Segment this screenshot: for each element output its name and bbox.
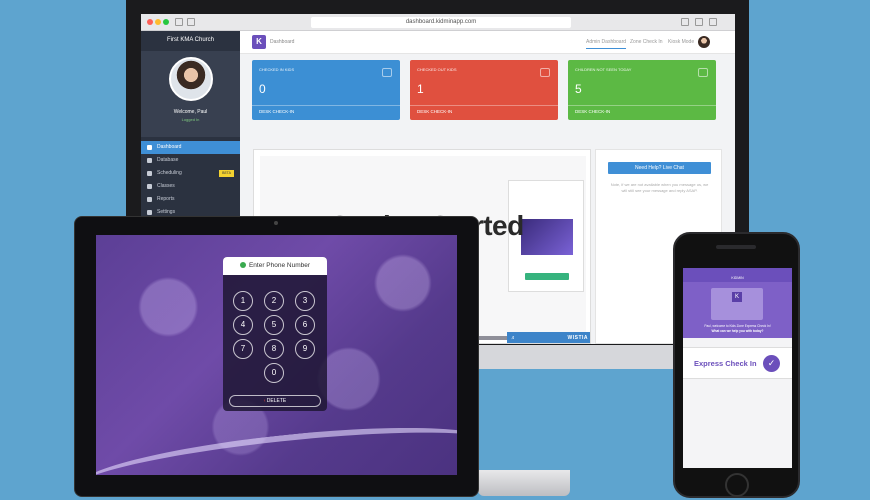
sidebar-item-database[interactable]: Database <box>141 154 240 167</box>
home-icon <box>147 145 152 150</box>
card-value: 1 <box>417 82 424 96</box>
sidebar-item-label: Database <box>157 157 179 163</box>
info-icon <box>698 68 708 77</box>
stat-card-checked-out: Checked out kids 1 DESK CHECK-IN <box>410 60 558 120</box>
video-controls[interactable]: ♬ WISTIA <box>507 332 590 343</box>
user-avatar[interactable] <box>698 36 710 48</box>
express-check-in-label: Express Check In <box>694 359 757 368</box>
minimize-window-icon[interactable] <box>155 19 161 25</box>
camera-icon <box>274 221 278 225</box>
home-button[interactable] <box>725 473 749 497</box>
maximize-window-icon[interactable] <box>163 19 169 25</box>
church-name: First KMA Church <box>166 37 214 43</box>
key-3[interactable]: 3 <box>295 291 315 311</box>
key-8[interactable]: 8 <box>264 339 284 359</box>
sidebar-item-label: Dashboard <box>157 144 182 150</box>
key-1[interactable]: 1 <box>233 291 253 311</box>
card-title: Checked in kids <box>259 67 295 72</box>
card-value: 0 <box>259 82 266 96</box>
tab-kiosk-mode[interactable]: Kiosk Mode <box>668 39 694 45</box>
sign-out-icon <box>540 68 550 77</box>
app-logo: K <box>732 292 742 302</box>
live-chat-button[interactable]: Need Help? Live Chat <box>608 162 711 174</box>
preview-button <box>525 273 569 280</box>
key-2[interactable]: 2 <box>264 291 284 311</box>
app-logo[interactable]: K <box>252 35 266 49</box>
gear-icon <box>147 210 152 215</box>
user-icon <box>147 158 152 163</box>
volume-icon[interactable]: ♬ <box>511 335 516 341</box>
tab-admin-dashboard[interactable]: Admin Dashboard <box>586 39 627 49</box>
sidebar-item-label: Settings <box>157 209 176 215</box>
desk-check-in-link[interactable]: DESK CHECK-IN <box>252 105 400 117</box>
key-7[interactable]: 7 <box>233 339 253 359</box>
welcome-text: Welcome, Paul <box>173 109 208 115</box>
sidebar-nav: Dashboard Database Scheduling BETA Class… <box>141 141 240 219</box>
address-bar[interactable]: dashboard.kidminapp.com <box>311 17 571 28</box>
sidebar-item-label: Scheduling <box>157 170 182 176</box>
key-5[interactable]: 5 <box>264 315 284 335</box>
key-0[interactable]: 0 <box>264 363 284 383</box>
breadcrumb: Dashboard <box>270 39 295 45</box>
browser-toolbar: dashboard.kidminapp.com <box>141 14 735 31</box>
keypad-title: Enter Phone Number <box>248 262 311 269</box>
help-note: Note, if we are not available when you m… <box>610 182 709 193</box>
card-value: 5 <box>575 82 582 96</box>
express-check-in-button[interactable]: Express Check In ✓ <box>683 347 792 379</box>
stat-card-checked-in: Checked in kids 0 DESK CHECK-IN <box>252 60 400 120</box>
wistia-brand: WISTIA <box>567 335 588 341</box>
tabs-icon[interactable] <box>695 18 703 26</box>
welcome-hero: K Paul, welcome to Kids Zone Express Che… <box>683 282 792 338</box>
sidebar-item-label: Classes <box>157 183 175 189</box>
beta-badge: BETA <box>219 170 234 177</box>
prompt-line: What can we help you with today? <box>711 329 764 333</box>
phone-keypad: Enter Phone Number 1 2 3 4 5 6 7 8 9 0 ‹… <box>223 257 327 411</box>
sidebar-item-classes[interactable]: Classes <box>141 180 240 193</box>
desk-check-in-link[interactable]: DESK CHECK-IN <box>568 105 716 117</box>
delete-button[interactable]: ‹ DELETE <box>229 395 321 407</box>
profile-panel: Welcome, Paul Logged In <box>141 51 240 137</box>
desk-check-in-link[interactable]: DESK CHECK-IN <box>410 105 558 117</box>
key-9[interactable]: 9 <box>295 339 315 359</box>
key-4[interactable]: 4 <box>233 315 253 335</box>
sidebar-item-reports[interactable]: Reports <box>141 193 240 206</box>
back-icon[interactable] <box>175 18 183 26</box>
tablet-stand <box>478 470 570 496</box>
card-title: Checked out kids <box>417 67 457 72</box>
delete-label: DELETE <box>266 398 287 404</box>
forward-icon[interactable] <box>187 18 195 26</box>
history-icon <box>147 197 152 202</box>
sidebar-item-scheduling[interactable]: Scheduling BETA <box>141 167 240 180</box>
login-status: Logged In <box>181 117 200 122</box>
sidebar-item-label: Reports <box>157 196 175 202</box>
welcome-message: Paul, welcome to Kids Zone Express Check… <box>689 324 786 334</box>
kids-icon <box>382 68 392 77</box>
app-logo-card: K <box>711 288 763 320</box>
clock-icon <box>147 184 152 189</box>
avatar[interactable] <box>169 57 213 101</box>
new-tab-icon[interactable] <box>709 18 717 26</box>
key-6[interactable]: 6 <box>295 315 315 335</box>
keypad-header: Enter Phone Number <box>223 257 327 275</box>
tab-zone-check-in[interactable]: Zone Check In <box>630 39 663 45</box>
preview-image <box>521 219 573 255</box>
phone-icon <box>239 262 246 269</box>
phone-screen: KIDMIN K Paul, welcome to Kids Zone Expr… <box>683 268 792 468</box>
close-window-icon[interactable] <box>147 19 153 25</box>
share-icon[interactable] <box>681 18 689 26</box>
card-title: Children not seen today <box>575 67 632 72</box>
shield-icon <box>147 171 152 176</box>
phone-speaker <box>716 245 756 249</box>
app-header: KIDMIN <box>683 274 792 282</box>
sidebar-item-dashboard[interactable]: Dashboard <box>141 141 240 154</box>
stat-card-not-seen: Children not seen today 5 DESK CHECK-IN <box>568 60 716 120</box>
forest-road <box>96 413 457 475</box>
top-bar: K Dashboard Admin Dashboard Zone Check I… <box>240 31 735 54</box>
checkmark-icon: ✓ <box>763 355 780 372</box>
